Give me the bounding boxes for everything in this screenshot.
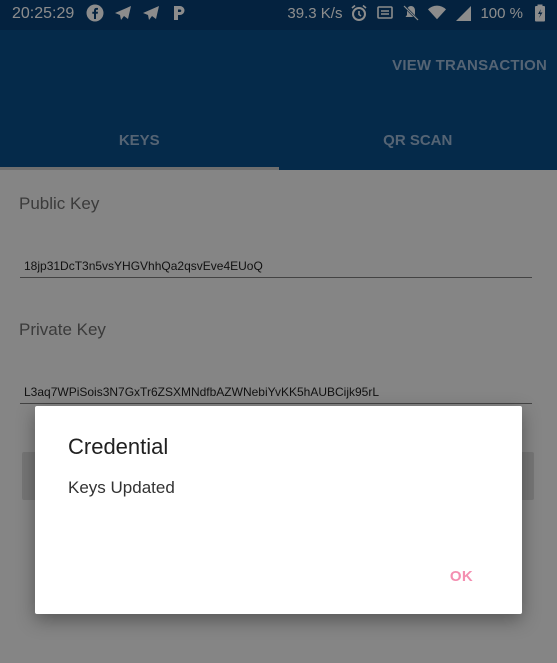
dialog-title: Credential <box>68 434 169 459</box>
credential-dialog: Credential Keys Updated OK <box>35 406 522 614</box>
dialog-ok-button[interactable]: OK <box>450 568 473 585</box>
dialog-message: Keys Updated <box>68 478 175 497</box>
